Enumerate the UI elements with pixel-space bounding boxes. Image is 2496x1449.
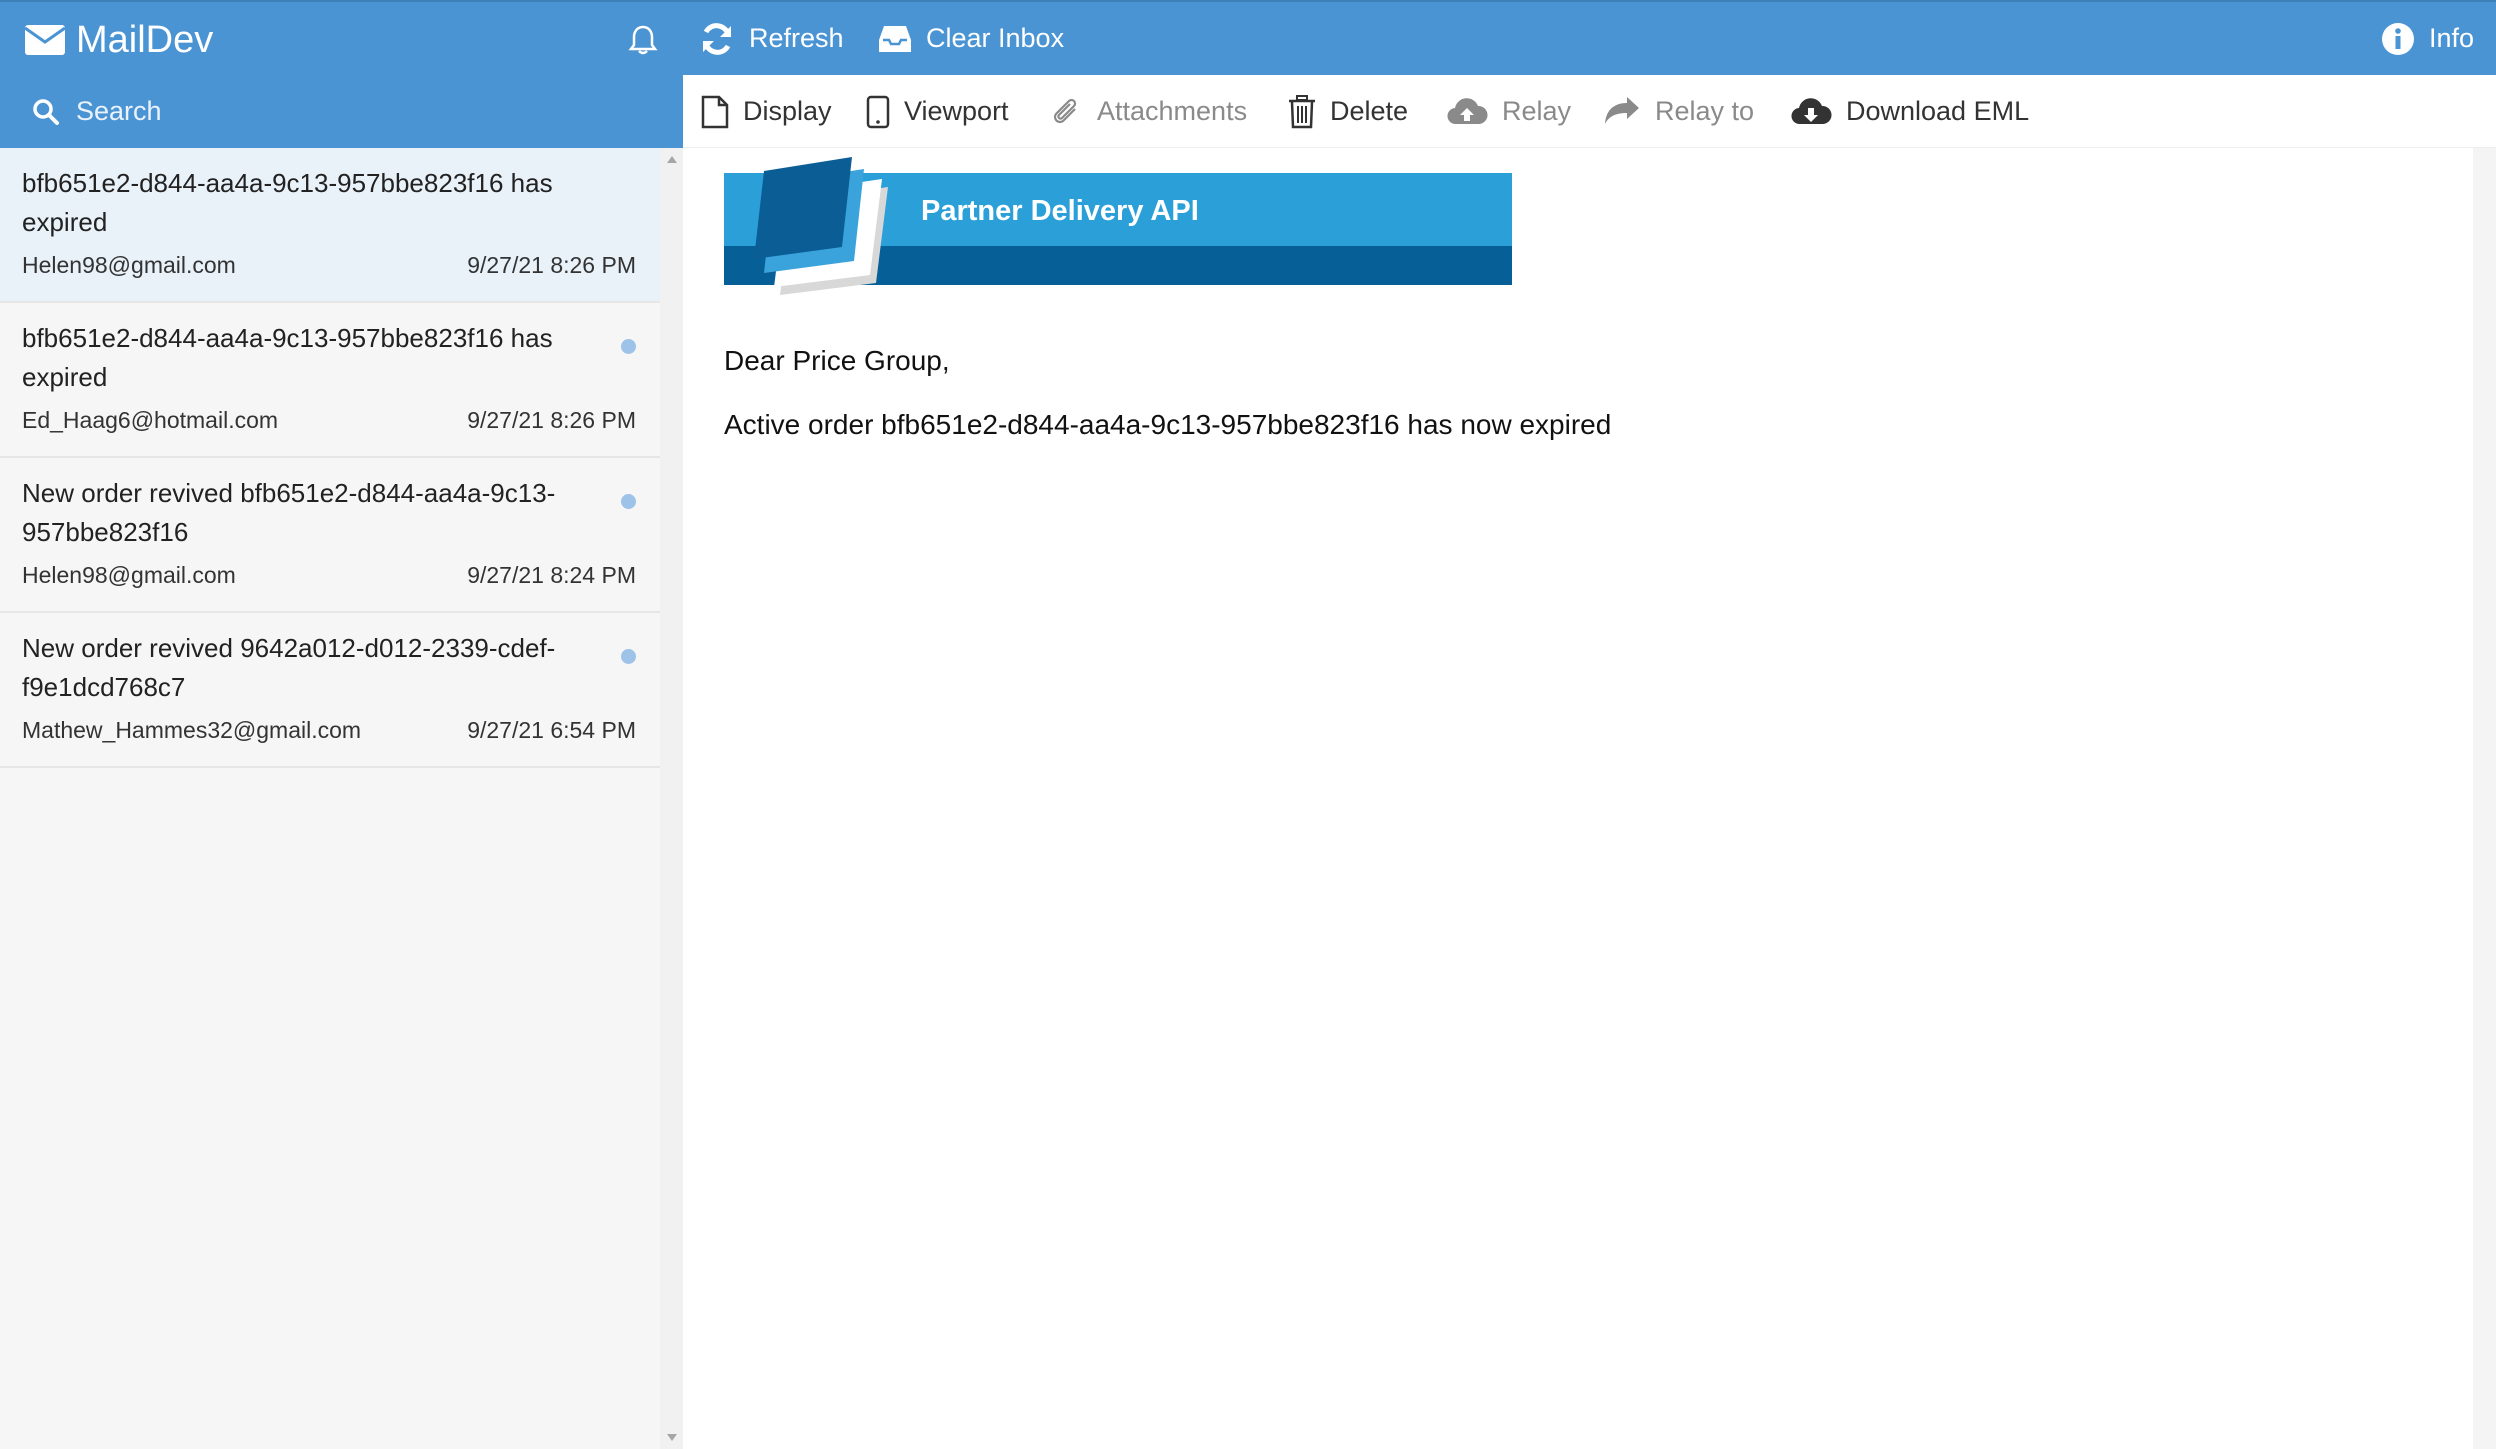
info-button[interactable]: Info	[2381, 2, 2474, 75]
download-eml-label: Download EML	[1846, 96, 2030, 126]
refresh-icon	[703, 22, 731, 55]
email-banner: Partner Delivery API	[724, 157, 1512, 295]
message-date: 9/27/21 8:26 PM	[467, 252, 636, 278]
message-toolbar: Display Viewport Attachments Delete Rela…	[683, 75, 2496, 148]
email-text: Active order bfb651e2-d844-aa4a-9c13-957…	[724, 409, 1612, 440]
refresh-label: Refresh	[749, 23, 844, 53]
download-eml-button[interactable]: Download EML	[1790, 75, 2029, 148]
viewport-label: Viewport	[904, 96, 1009, 126]
message-date: 9/27/21 8:26 PM	[467, 407, 636, 433]
app-title: MailDev	[76, 18, 214, 61]
email-body: Partner Delivery API Dear Price Group, A…	[724, 157, 1612, 441]
relay-to-button[interactable]: Relay to	[1603, 75, 1754, 148]
scroll-down-arrow-icon[interactable]	[667, 1434, 677, 1441]
message-sender: Helen98@gmail.com	[22, 562, 236, 588]
tablet-icon	[866, 95, 890, 128]
message-subject: New order revived bfb651e2-d844-aa4a-9c1…	[22, 478, 556, 547]
unread-dot	[621, 649, 636, 664]
file-icon	[701, 95, 729, 128]
message-item[interactable]: New order revived bfb651e2-d844-aa4a-9c1…	[0, 458, 660, 613]
relay-label: Relay	[1502, 96, 1572, 126]
unread-dot	[621, 339, 636, 354]
message-subject: bfb651e2-d844-aa4a-9c13-957bbe823f16 has…	[22, 168, 553, 237]
message-subject: bfb651e2-d844-aa4a-9c13-957bbe823f16 has…	[22, 323, 553, 392]
info-label: Info	[2429, 23, 2475, 53]
message-date: 9/27/21 8:24 PM	[467, 562, 636, 588]
bell-icon[interactable]	[628, 24, 658, 56]
attachments-button[interactable]: Attachments	[1051, 75, 1247, 148]
delete-label: Delete	[1330, 96, 1409, 126]
search-icon	[33, 98, 59, 125]
banner-title: Partner Delivery API	[921, 195, 1199, 227]
delete-button[interactable]: Delete	[1288, 75, 1408, 148]
message-list: bfb651e2-d844-aa4a-9c13-957bbe823f16 has…	[0, 148, 660, 1449]
display-button[interactable]: Display	[701, 75, 832, 148]
cloud-upload-icon	[1447, 97, 1488, 124]
message-sender: Ed_Haag6@hotmail.com	[22, 407, 279, 433]
trash-icon	[1289, 94, 1315, 128]
message-sender: Mathew_Hammes32@gmail.com	[22, 717, 362, 743]
email-greeting: Dear Price Group,	[724, 345, 950, 376]
message-item[interactable]: bfb651e2-d844-aa4a-9c13-957bbe823f16 has…	[0, 148, 660, 303]
top-bar: MailDev Refresh Clear Inbox Info	[0, 0, 2496, 75]
share-arrow-icon	[1605, 96, 1639, 124]
clear-inbox-button[interactable]: Clear Inbox	[878, 2, 1064, 75]
inbox-icon	[879, 25, 911, 52]
relay-to-label: Relay to	[1655, 96, 1755, 126]
message-item[interactable]: New order revived 9642a012-d012-2339-cde…	[0, 613, 660, 768]
unread-dot	[621, 494, 636, 509]
message-sidebar: bfb651e2-d844-aa4a-9c13-957bbe823f16 has…	[0, 148, 683, 1449]
app-brand[interactable]: MailDev	[24, 18, 213, 62]
cloud-download-icon	[1791, 97, 1832, 124]
message-subject: New order revived 9642a012-d012-2339-cde…	[22, 633, 556, 702]
search-bar	[0, 75, 683, 148]
scroll-up-arrow-icon[interactable]	[667, 156, 677, 163]
message-date: 9/27/21 6:54 PM	[467, 717, 636, 743]
relay-button[interactable]: Relay	[1446, 75, 1571, 148]
partner-logo-icon	[754, 157, 888, 295]
message-sender: Helen98@gmail.com	[22, 252, 236, 278]
refresh-button[interactable]: Refresh	[699, 2, 844, 75]
paperclip-icon	[1053, 98, 1077, 123]
clear-inbox-label: Clear Inbox	[926, 23, 1065, 53]
attachments-label: Attachments	[1097, 96, 1248, 126]
message-view: Display Viewport Attachments Delete Rela…	[683, 75, 2496, 1449]
info-icon	[2382, 22, 2414, 55]
message-item[interactable]: bfb651e2-d844-aa4a-9c13-957bbe823f16 has…	[0, 303, 660, 458]
message-view-scrollbar[interactable]	[2473, 148, 2496, 1449]
search-input[interactable]	[76, 96, 636, 127]
message-list-scrollbar[interactable]	[660, 148, 683, 1449]
envelope-icon	[24, 25, 66, 55]
viewport-button[interactable]: Viewport	[866, 75, 1009, 148]
display-label: Display	[743, 96, 832, 126]
